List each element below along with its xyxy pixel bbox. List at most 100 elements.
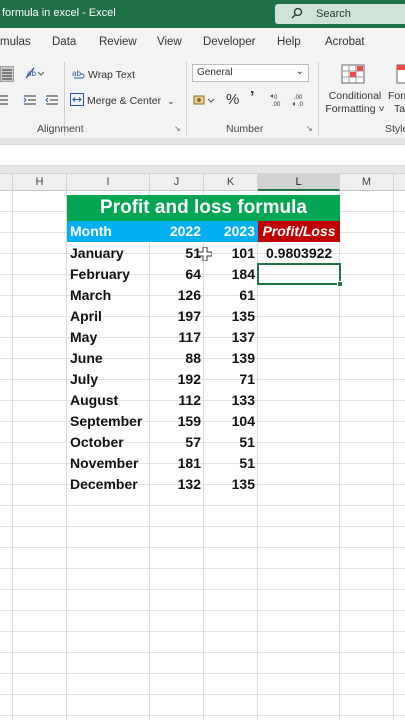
cell-2023[interactable]: 135	[204, 306, 258, 327]
column-header-n[interactable]	[394, 174, 405, 191]
cell-2023[interactable]: 104	[204, 411, 258, 432]
cell-profit-loss[interactable]	[258, 348, 340, 369]
conditional-formatting-icon	[341, 64, 367, 89]
tab-data[interactable]: Data	[52, 36, 76, 48]
tab-acrobat[interactable]: Acrobat	[325, 36, 365, 48]
tab-developer[interactable]: Developer	[203, 36, 255, 48]
formula-bar[interactable]	[0, 144, 405, 166]
cell-2022[interactable]: 112	[150, 390, 204, 411]
cell-month[interactable]: December	[67, 474, 150, 495]
svg-text:.00: .00	[294, 95, 303, 101]
alignment-dialog-launcher-icon[interactable]: ↘	[174, 124, 181, 133]
chevron-down-icon[interactable]: ⌄	[167, 96, 175, 107]
merge-center-button[interactable]: Merge & Center ⌄	[70, 93, 175, 109]
cell-2023[interactable]: 135	[204, 474, 258, 495]
header-month[interactable]: Month	[67, 221, 150, 242]
cell-month[interactable]: March	[67, 285, 150, 306]
cell-profit-loss[interactable]	[258, 285, 340, 306]
ribbon: ab ab Wrap Text Merge & Center ⌄ Alignme…	[0, 56, 405, 138]
percent-style-button[interactable]: %	[226, 91, 239, 108]
number-format-select[interactable]: General ⌄	[192, 64, 309, 82]
decrease-decimal-icon: .00.0	[292, 95, 304, 107]
cell-month[interactable]: July	[67, 369, 150, 390]
column-header-i[interactable]: I	[67, 174, 150, 191]
fill-handle[interactable]	[337, 281, 343, 287]
search-box[interactable]: Search	[275, 4, 405, 24]
tab-view[interactable]: View	[157, 36, 182, 48]
conditional-formatting-label-2: Formatting ˅	[325, 103, 385, 115]
cell-2022[interactable]: 197	[150, 306, 204, 327]
search-icon	[291, 7, 303, 22]
cell-month[interactable]: November	[67, 453, 150, 474]
cell-2022[interactable]: 64	[150, 264, 204, 285]
orientation-icon: ab	[24, 66, 45, 83]
cell-profit-loss[interactable]	[258, 390, 340, 411]
cell-2023[interactable]: 51	[204, 453, 258, 474]
cell-2022[interactable]: 117	[150, 327, 204, 348]
header-2022[interactable]: 2022	[150, 221, 204, 242]
cell-month[interactable]: June	[67, 348, 150, 369]
cell-profit-loss[interactable]	[258, 306, 340, 327]
cell-month[interactable]: September	[67, 411, 150, 432]
cell-profit-loss[interactable]	[258, 411, 340, 432]
column-header-j[interactable]: J	[150, 174, 204, 191]
cell-cursor-icon	[197, 246, 213, 264]
column-header-l[interactable]: L	[258, 174, 340, 191]
cell-profit-loss[interactable]	[258, 327, 340, 348]
cell-2022[interactable]: 192	[150, 369, 204, 390]
conditional-formatting-button[interactable]: Conditional Formatting ˅	[325, 90, 385, 116]
cell-month[interactable]: October	[67, 432, 150, 453]
wrap-text-icon: ab	[72, 67, 85, 83]
cell-2022[interactable]: 132	[150, 474, 204, 495]
cell-2022[interactable]: 159	[150, 411, 204, 432]
tab-help[interactable]: Help	[277, 36, 301, 48]
align-justify-button[interactable]	[0, 66, 14, 82]
tab-review[interactable]: Review	[99, 36, 137, 48]
format-as-table-button[interactable]: Forr Tal	[388, 90, 405, 116]
increase-decimal-button[interactable]: 0.00	[270, 93, 288, 107]
column-header-h[interactable]: H	[13, 174, 67, 191]
cell-2022[interactable]: 181	[150, 453, 204, 474]
cell-2022[interactable]: 57	[150, 432, 204, 453]
indent-buttons[interactable]	[0, 93, 60, 107]
cell-2023[interactable]: 139	[204, 348, 258, 369]
cell-2022[interactable]: 126	[150, 285, 204, 306]
cell-month[interactable]: August	[67, 390, 150, 411]
column-header-k[interactable]: K	[204, 174, 258, 191]
cell-2023[interactable]: 184	[204, 264, 258, 285]
column-header-m[interactable]: M	[340, 174, 394, 191]
tab-formulas[interactable]: mulas	[0, 36, 31, 48]
cell-month[interactable]: February	[67, 264, 150, 285]
cell-2023[interactable]: 71	[204, 369, 258, 390]
cell-2023[interactable]: 101	[204, 243, 258, 264]
cell-2022[interactable]: 88	[150, 348, 204, 369]
cell-profit-loss[interactable]	[258, 474, 340, 495]
wrap-text-button[interactable]: ab Wrap Text	[72, 67, 135, 83]
accounting-format-button[interactable]	[193, 93, 215, 107]
cell-profit-loss[interactable]: 0.9803922	[258, 243, 340, 264]
header-profit-loss[interactable]: Profit/Loss	[258, 221, 340, 242]
cell-2023[interactable]: 51	[204, 432, 258, 453]
cell-2023[interactable]: 137	[204, 327, 258, 348]
merge-center-label: Merge & Center	[87, 95, 162, 107]
decrease-decimal-button[interactable]: .00.0	[292, 93, 310, 107]
comma-style-button[interactable]: ’	[250, 89, 254, 107]
cell-month[interactable]: April	[67, 306, 150, 327]
ribbon-tabs: mulas Data Review View Developer Help Ac…	[0, 28, 405, 56]
active-cell-selection[interactable]	[257, 263, 343, 287]
orientation-button[interactable]: ab	[24, 66, 45, 83]
cell-month[interactable]: January	[67, 243, 150, 264]
number-dialog-launcher-icon[interactable]: ↘	[306, 124, 313, 133]
svg-text:.0: .0	[298, 102, 304, 107]
cell-2022[interactable]: 51	[150, 243, 204, 264]
header-2023[interactable]: 2023	[204, 221, 258, 242]
cell-profit-loss[interactable]	[258, 432, 340, 453]
cell-month[interactable]: May	[67, 327, 150, 348]
chevron-down-icon: ⌄	[295, 66, 304, 77]
cell-profit-loss[interactable]	[258, 453, 340, 474]
cell-2023[interactable]: 133	[204, 390, 258, 411]
table-title[interactable]: Profit and loss formula	[67, 195, 340, 221]
cell-2023[interactable]: 61	[204, 285, 258, 306]
increase-decimal-icon: 0.00	[270, 94, 281, 107]
cell-profit-loss[interactable]	[258, 369, 340, 390]
